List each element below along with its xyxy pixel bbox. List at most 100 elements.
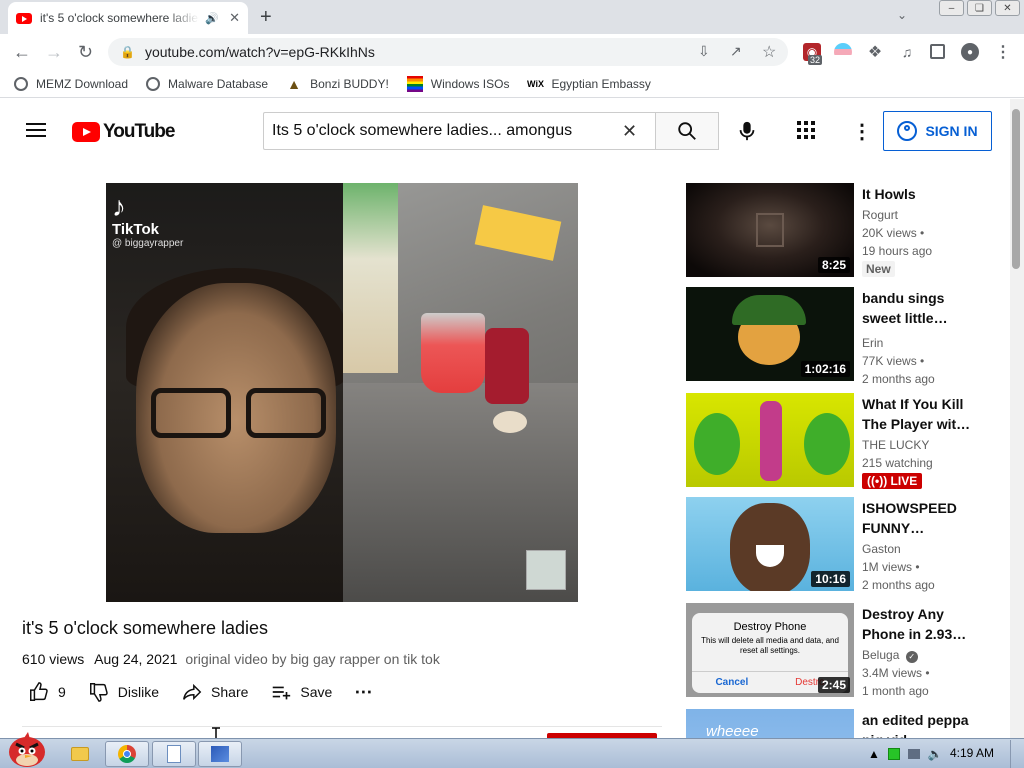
search-box[interactable]: ✕ <box>263 112 656 150</box>
taskbar-paint[interactable] <box>198 741 242 767</box>
address-bar[interactable]: 🔒 youtube.com/watch?v=epG-RKkIhNs <box>108 38 788 66</box>
reload-icon[interactable]: ↻ <box>78 42 93 63</box>
rec-views: 77K views <box>862 354 917 368</box>
video-info: 610 views Aug 24, 2021 original video by… <box>22 651 440 667</box>
rec-thumbnail[interactable]: wheeee <box>686 709 854 738</box>
rec-channel[interactable]: Beluga ✓ <box>862 648 918 663</box>
chrome-icon <box>118 745 136 763</box>
menu-hamburger-icon[interactable] <box>26 123 46 137</box>
bookmark-windows-isos[interactable]: Windows ISOs <box>406 75 509 92</box>
bookmark-star-icon[interactable]: ☆ <box>762 42 776 62</box>
bonzi-gorilla-icon: ▲ <box>287 75 302 92</box>
rec-thumbnail[interactable]: 10:16 <box>686 497 854 591</box>
dislike-button[interactable]: Dislike <box>88 681 159 703</box>
forward-arrow-icon[interactable]: → <box>45 42 63 63</box>
new-tab-button[interactable]: + <box>260 6 272 29</box>
rec-thumbnail[interactable]: 8:25 <box>686 183 854 277</box>
rec-item[interactable]: 10:16 ISHOWSPEED FUNNY… Gaston 1M views … <box>686 497 996 593</box>
sign-in-button[interactable]: SIGN IN <box>883 111 992 151</box>
bookmarks-bar: MEMZ Download Malware Database ▲ Bonzi B… <box>0 70 1024 98</box>
rec-thumbnail[interactable]: 1:02:16 <box>686 287 854 381</box>
like-button[interactable]: 9 <box>28 681 66 703</box>
like-count: 9 <box>58 684 66 700</box>
rec-thumbnail[interactable] <box>686 393 854 487</box>
start-button-angry-bird-icon[interactable] <box>6 730 48 768</box>
profile-avatar-icon[interactable]: ● <box>961 43 979 61</box>
video-glasses <box>151 388 326 438</box>
network-icon[interactable] <box>887 748 900 760</box>
globe-icon <box>14 76 28 91</box>
rec-title[interactable]: Destroy Any Phone in 2.93… <box>862 604 972 644</box>
player-overlay-thumbnail[interactable] <box>526 550 566 590</box>
settings-more-icon[interactable]: ⋮ <box>852 119 872 144</box>
tab-title: it's 5 o'clock somewhere ladies <box>40 11 200 25</box>
share-arrow-icon <box>183 683 202 701</box>
side-panel-icon[interactable] <box>930 44 945 59</box>
media-control-icon[interactable]: ♫ <box>898 43 916 61</box>
notepad-icon <box>167 745 181 763</box>
taskbar-chrome[interactable] <box>105 741 149 767</box>
apps-grid-icon[interactable] <box>797 121 815 139</box>
search-icon <box>678 122 696 140</box>
rec-title[interactable]: an edited peppa pig vid… <box>862 710 972 738</box>
share-button[interactable]: Share <box>181 681 248 703</box>
url-text[interactable]: youtube.com/watch?v=epG-RKkIhNs <box>145 44 375 60</box>
microphone-icon[interactable] <box>736 119 758 143</box>
rec-title[interactable]: It Howls <box>862 184 972 204</box>
video-player[interactable]: ♪ TikTok @ biggayrapper <box>106 183 578 602</box>
action-center-icon[interactable] <box>907 749 920 759</box>
youtube-play-logo-icon <box>72 122 100 142</box>
rec-title[interactable]: ISHOWSPEED FUNNY… <box>862 498 972 538</box>
save-button[interactable]: Save <box>270 681 332 703</box>
flag-extension-icon[interactable] <box>834 43 852 61</box>
taskbar-notepad[interactable] <box>152 741 196 767</box>
taskbar-pin-folder[interactable] <box>58 741 102 767</box>
audio-playing-icon[interactable]: 🔊 <box>205 12 219 25</box>
bookmark-bonzi-buddy[interactable]: ▲ Bonzi BUDDY! <box>286 76 389 92</box>
youtube-logo[interactable]: YouTube <box>72 121 175 143</box>
clear-search-icon[interactable]: ✕ <box>622 121 637 142</box>
rec-views-line: 3.4M views • <box>862 666 930 680</box>
rec-item[interactable]: Destroy Phone This will delete all media… <box>686 603 996 699</box>
extensions-puzzle-icon[interactable]: ❖ <box>866 43 884 61</box>
bookmark-malware-database[interactable]: Malware Database <box>146 76 268 91</box>
tray-expand-icon[interactable]: ▲ <box>868 747 880 761</box>
restore-button[interactable]: ❏ <box>967 0 992 16</box>
rec-thumbnail[interactable]: Destroy Phone This will delete all media… <box>686 603 854 697</box>
rec-item[interactable]: 8:25 It Howls Rogurt 20K views • 19 hour… <box>686 183 996 279</box>
back-arrow-icon[interactable]: ← <box>13 42 31 63</box>
tab-active[interactable]: it's 5 o'clock somewhere ladies 🔊 ✕ <box>8 2 248 34</box>
account-circle-icon <box>897 121 918 141</box>
install-app-icon[interactable]: ⇩ <box>698 43 710 60</box>
lock-icon[interactable]: 🔒 <box>120 45 135 59</box>
duration-badge: 2:45 <box>817 677 850 693</box>
show-desktop-button[interactable] <box>1010 740 1024 768</box>
search-button[interactable] <box>655 112 719 150</box>
volume-icon[interactable]: 🔈 <box>928 747 943 761</box>
rec-channel[interactable]: Rogurt <box>862 208 898 222</box>
video-sticky-note <box>474 205 562 261</box>
rec-channel[interactable]: Gaston <box>862 542 901 556</box>
tab-close-icon[interactable]: ✕ <box>229 10 240 26</box>
rec-item[interactable]: 1:02:16 bandu sings sweet little… Erin 7… <box>686 287 996 386</box>
share-icon[interactable]: ↗ <box>730 43 742 60</box>
close-window-button[interactable]: ✕ <box>995 0 1020 16</box>
rec-title[interactable]: What If You Kill The Player wit… <box>862 394 972 434</box>
rec-item[interactable]: What If You Kill The Player wit… THE LUC… <box>686 393 996 489</box>
browser-menu-icon[interactable]: ⋮ <box>994 43 1012 61</box>
rec-channel[interactable]: Erin <box>862 336 883 350</box>
search-input[interactable] <box>272 122 622 140</box>
bookmark-egyptian-embassy[interactable]: WiX Egyptian Embassy <box>527 76 651 92</box>
rec-item[interactable]: wheeee an edited peppa pig vid… <box>686 709 996 738</box>
rec-channel[interactable]: THE LUCKY <box>862 438 929 452</box>
taskbar-clock[interactable]: 4:19 AM <box>950 746 994 760</box>
minimize-button[interactable]: – <box>939 0 964 16</box>
bookmark-memz[interactable]: MEMZ Download <box>14 76 128 91</box>
description-snippet[interactable]: original video by big gay rapper on tik … <box>185 651 439 667</box>
pink-character <box>760 401 782 481</box>
rec-title[interactable]: bandu sings sweet little… <box>862 288 972 328</box>
more-actions-button[interactable]: ⋯ <box>354 682 372 703</box>
page-scrollbar[interactable] <box>1010 99 1024 738</box>
scrollbar-thumb[interactable] <box>1012 109 1020 269</box>
tab-search-chevron-icon[interactable]: ⌄ <box>897 8 907 22</box>
